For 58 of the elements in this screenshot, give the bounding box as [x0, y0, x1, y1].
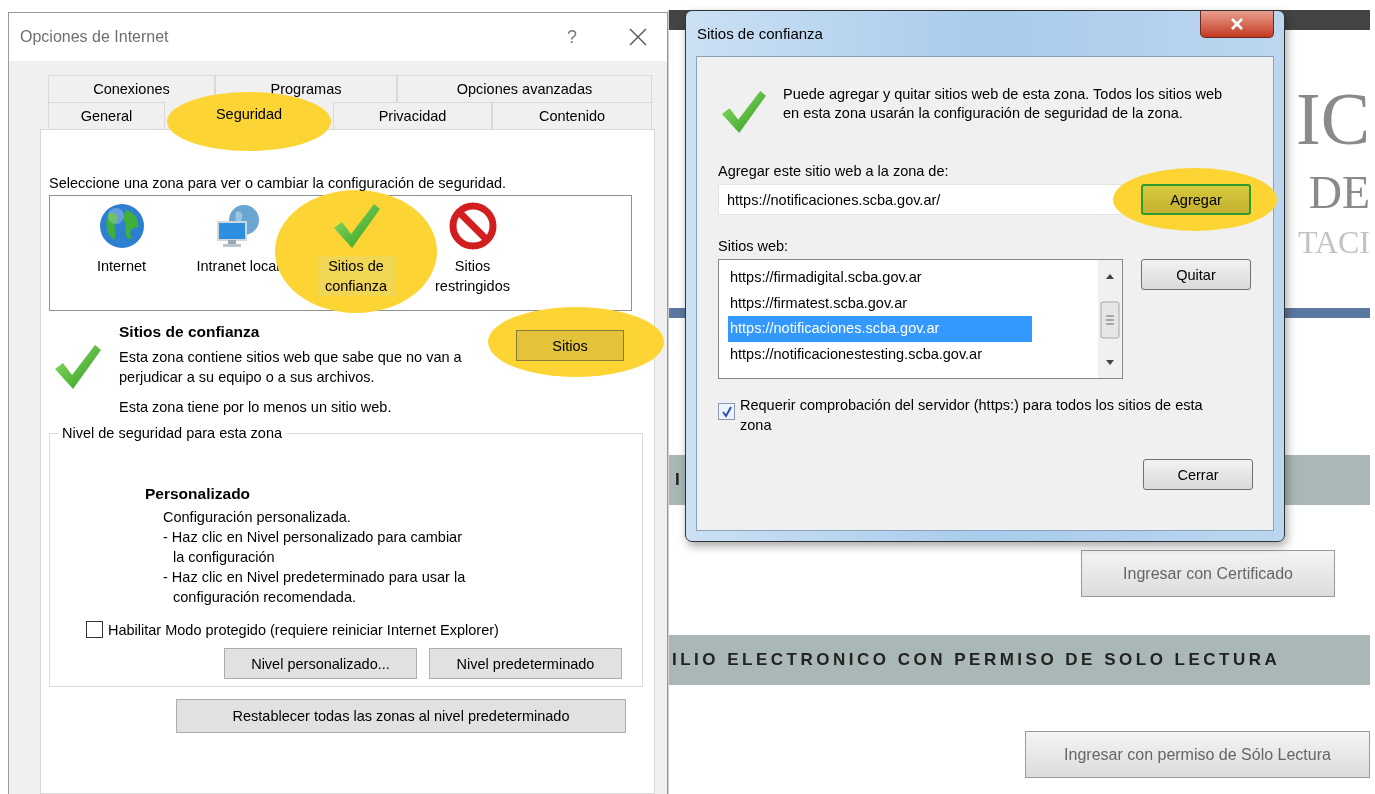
description-line: - Haz clic en Nivel personalizado para cambiar [163, 528, 463, 547]
zone-note: Esta zona tiene por lo menos un sitio web. [119, 399, 393, 415]
level-name: Personalizado [145, 485, 252, 503]
computer-globe-icon [214, 202, 262, 250]
close-button[interactable] [1200, 11, 1274, 38]
info-text: Puede agregar y quitar sitios web de esta zona. Todos los sitios web en esta zona usarán la configuración de seguridad de la zona. [783, 85, 1223, 123]
zone-item[interactable]: Sitios de confianza [297, 202, 415, 296]
sites-button[interactable]: Sitios [516, 330, 624, 361]
list-label: Sitios web: [718, 238, 790, 254]
description-line: Configuración personalizada. [163, 508, 352, 527]
level-button[interactable]: Nivel personalizado... [224, 648, 417, 679]
checkbox-label: Habilitar Modo protegido (requiere reiniciar Internet Explorer) [108, 621, 499, 638]
field-label: Agregar este sitio web a la zona de: [718, 163, 950, 179]
heading-fragment: DE [1308, 170, 1370, 216]
list-item[interactable]: https://firmadigital.scba.gov.ar [728, 265, 924, 291]
checkbox[interactable] [718, 403, 735, 420]
zone-item[interactable]: Internet [64, 202, 179, 276]
heading-fragment: TACI [1297, 226, 1370, 258]
login-button[interactable]: Ingresar con permiso de Sólo Lectura [1025, 731, 1370, 778]
help-button[interactable]: ? [567, 26, 577, 48]
checkbox-label: Requerir comprobación del servidor (https:) para todos los sitios de esta zona [740, 396, 1204, 435]
close-icon [1230, 18, 1244, 30]
window-title: Opciones de Internet [20, 28, 170, 46]
description-line: - Haz clic en Nivel predeterminado para usar la [163, 568, 467, 587]
zone-title: Sitios de confianza [119, 323, 261, 341]
level-button[interactable]: Nivel predeterminado [429, 648, 622, 679]
list-item[interactable]: https://firmatest.scba.gov.ar [728, 290, 910, 316]
login-button[interactable]: Ingresar con Certificado [1081, 550, 1335, 597]
tab[interactable]: Privacidad [333, 102, 492, 129]
checkmark-icon [720, 89, 766, 135]
close-button[interactable]: Cerrar [1143, 459, 1253, 490]
tab[interactable]: Opciones avanzadas [397, 75, 652, 102]
description-line: configuración recomendada. [172, 588, 357, 607]
window-title: Sitios de confianza [697, 25, 823, 42]
instruction-text: Seleccione una zona para ver o cambiar la configuración de seguridad. [49, 175, 508, 191]
list-item[interactable]: https://notificacionestesting.scba.gov.ar [728, 341, 984, 367]
tab[interactable]: Conexiones [48, 75, 215, 102]
description-line: la configuración [172, 548, 276, 567]
section-title: ILIO ELECTRONICO CON PERMISO DE SOLO LECTURA [671, 650, 1281, 670]
close-icon [629, 28, 647, 46]
remove-button[interactable]: Quitar [1141, 259, 1251, 290]
url-field[interactable]: https://notificaciones.scba.gov.ar/ [718, 184, 1123, 215]
zone-item[interactable]: Sitios restringidos [415, 202, 530, 296]
group-label: Nivel de seguridad para esta zona [61, 425, 284, 441]
globe-icon [97, 202, 146, 250]
heading-fragment: IC [1296, 82, 1370, 156]
zone-description: Esta zona contiene sitios web que sabe que no van a perjudicar a su equipo o a sus archivos. [119, 348, 463, 387]
tab[interactable]: Contenido [492, 102, 652, 129]
checkbox[interactable] [86, 621, 103, 638]
reset-button[interactable]: Restablecer todas las zonas al nivel predeterminado [176, 699, 626, 733]
section-title: I [674, 470, 684, 490]
checkmark-icon [53, 343, 101, 391]
add-button[interactable]: Agregar [1141, 184, 1251, 215]
checkmark-icon [332, 202, 380, 250]
tab[interactable]: General [48, 102, 165, 129]
close-button[interactable] [629, 28, 647, 46]
checkmark-icon [720, 405, 733, 418]
prohibited-icon [448, 202, 497, 250]
